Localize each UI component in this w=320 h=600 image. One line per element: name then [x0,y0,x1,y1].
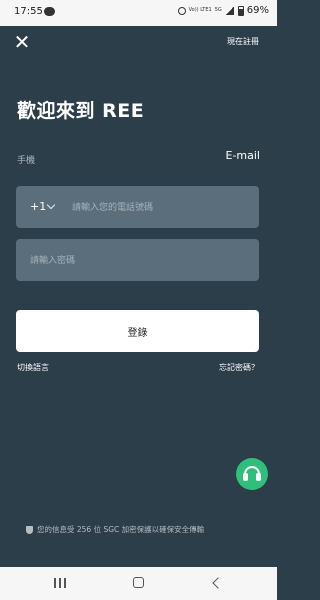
alarm-icon [177,6,186,15]
phone-field: +1 [16,186,259,230]
headset-ear-left [243,473,248,481]
switch-language-link[interactable]: 切換語言 [17,362,49,373]
status-time: 17:55 [14,6,43,17]
security-note: 您的信息受 256 位 SGC 加密保護以確保安全傳輸 [26,524,204,535]
network-label: Vo)) LTE1 [188,7,212,13]
close-icon[interactable]: ✕ [12,32,32,52]
back-button[interactable] [212,577,224,589]
security-note-text: 您的信息受 256 位 SGC 加密保護以確保安全傳輸 [37,525,205,534]
signal-icon [224,6,234,15]
recents-button[interactable] [54,578,66,588]
line-app-icon [44,7,55,16]
home-button[interactable] [133,577,144,588]
page-title: 歡迎來到 REE [17,100,145,122]
support-button[interactable] [236,458,268,490]
chevron-down-icon[interactable] [46,200,56,210]
register-link[interactable]: 現在註冊 [227,36,259,47]
signal-label: 5G [214,7,222,13]
status-indicators: Vo)) LTE1 5G 69% [177,5,269,16]
password-field [16,239,259,283]
phone-input[interactable] [70,186,254,230]
login-button[interactable]: 登錄 [16,310,259,352]
headset-ear-right [256,473,261,481]
forgot-password-link[interactable]: 忘記密碼？ [219,362,259,373]
tab-email[interactable]: E-mail [226,149,261,162]
shield-icon [26,525,33,534]
battery-icon [237,5,244,16]
tab-phone[interactable]: 手機 [17,153,35,166]
navigation-bar [0,567,277,600]
battery-percent: 69% [246,5,269,16]
status-bar: 17:55 Vo)) LTE1 5G 69% [0,0,277,26]
country-code-selector[interactable]: +1 [30,200,46,213]
password-input[interactable] [28,239,252,283]
